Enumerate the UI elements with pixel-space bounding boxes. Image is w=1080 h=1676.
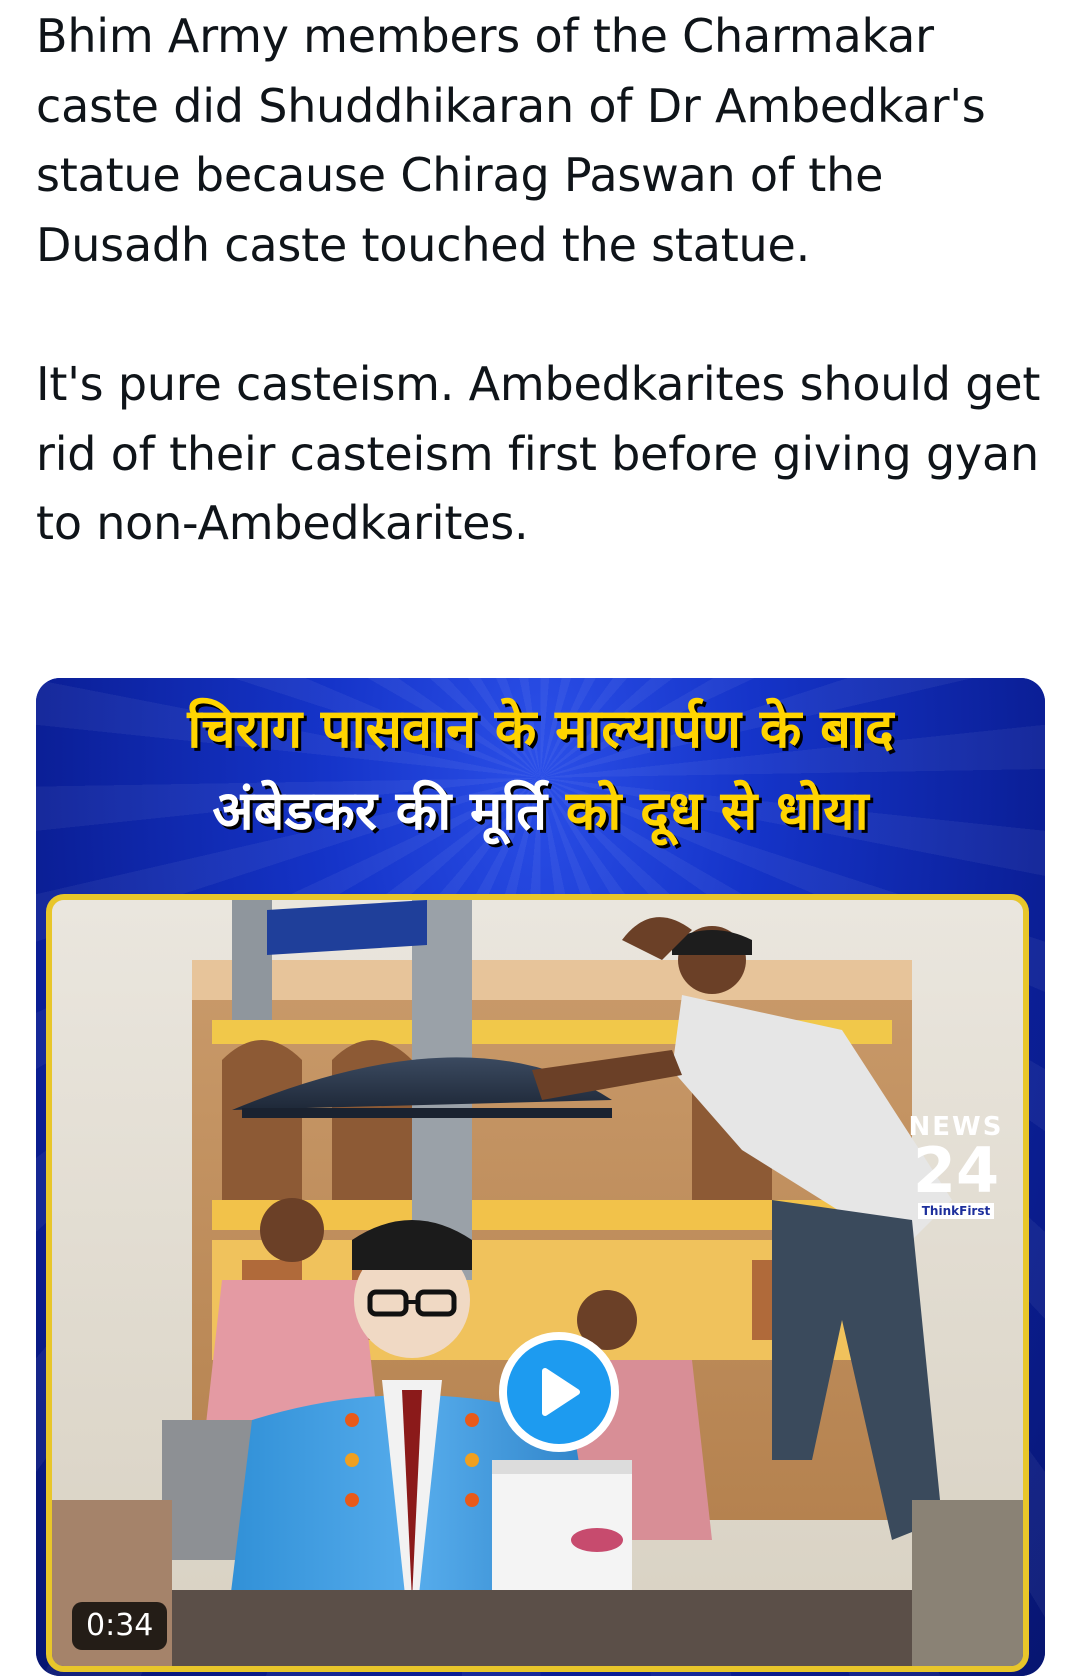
brand-tagline: ThinkFirst <box>917 1203 995 1219</box>
headline-white-text: अंबेडकर की मूर्ति <box>212 779 566 842</box>
headline-yellow-text: को दूध से धोया <box>565 779 869 842</box>
tweet-paragraph: It's pure casteism. Ambedkarites should … <box>36 357 1041 550</box>
tweet-text: Bhim Army members of the Charmakar caste… <box>36 2 1056 559</box>
thumbnail-headline-line1: चिराग पासवान के माल्यार्पण के बाद <box>187 697 894 760</box>
play-icon <box>507 1340 611 1444</box>
video-media-card[interactable]: चिराग पासवान के माल्यार्पण के बाद अंबेडक… <box>36 678 1045 1676</box>
video-thumbnail[interactable]: NEWS 24 ThinkFirst 0:34 <box>46 894 1029 1672</box>
thumbnail-scene-image <box>52 900 1023 1666</box>
news24-logo: NEWS 24 ThinkFirst <box>897 1112 1015 1224</box>
play-button[interactable] <box>499 1332 619 1452</box>
brand-number: 24 <box>912 1134 1000 1207</box>
video-duration-badge: 0:34 <box>72 1602 168 1650</box>
tweet-paragraph: Bhim Army members of the Charmakar caste… <box>36 9 986 272</box>
thumbnail-headline-line2: अंबेडकर की मूर्ति को दूध से धोया <box>36 770 1045 852</box>
